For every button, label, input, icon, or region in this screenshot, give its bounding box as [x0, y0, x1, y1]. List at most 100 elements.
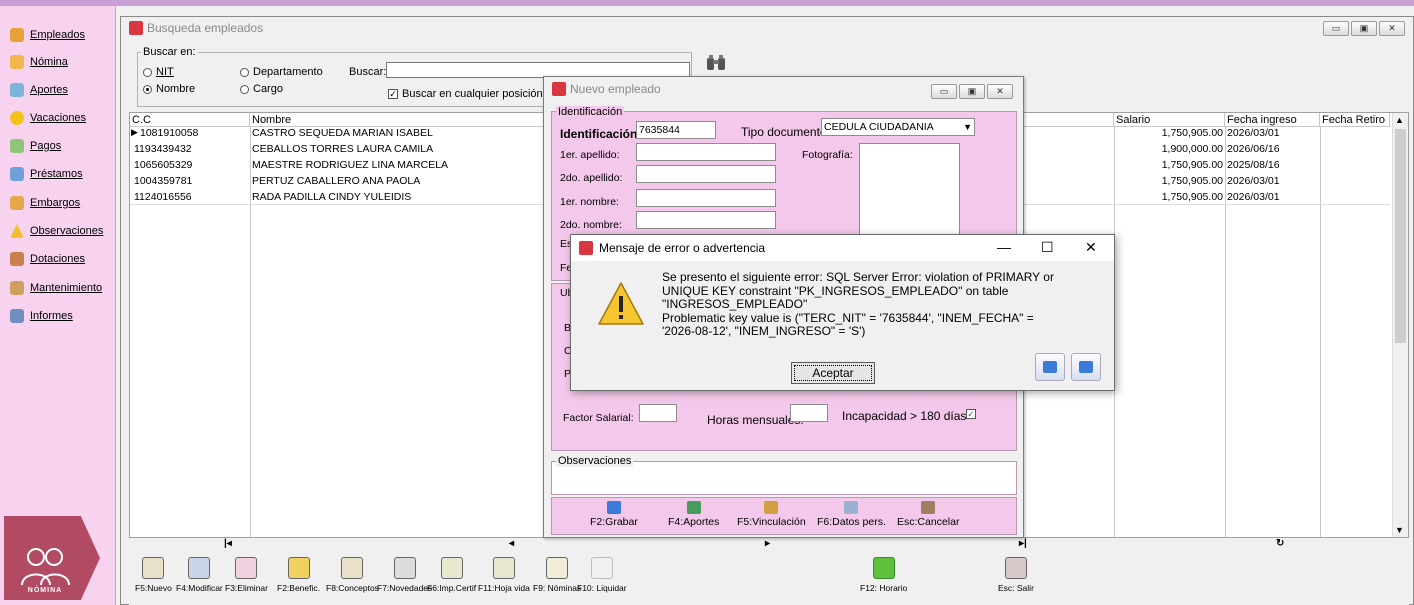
liquidar-button[interactable]: F10: Liquidar [577, 557, 627, 593]
grabar-button[interactable]: F2:Grabar [590, 501, 638, 528]
close-button[interactable]: ✕ [1379, 21, 1405, 36]
scroll-thumb[interactable] [1395, 129, 1406, 343]
modificar-button[interactable]: F4:Modificar [176, 557, 223, 593]
horario-button[interactable]: F12: Horario [860, 557, 907, 593]
grid-scrollbar[interactable]: ▲ ▼ [1392, 113, 1408, 537]
nuevo-close-button[interactable]: ✕ [987, 84, 1013, 99]
observaciones-legend: Observaciones [556, 455, 634, 467]
error-title: Mensaje de error o advertencia [599, 241, 766, 255]
scroll-up-icon[interactable]: ▲ [1395, 115, 1404, 125]
maximize-button[interactable]: ▣ [1351, 21, 1377, 36]
cell-nombre: CASTRO SEQUEDA MARIAN ISABEL [252, 127, 433, 139]
identificacion-input[interactable]: 7635844 [636, 121, 716, 139]
error-minimize-button[interactable]: — [997, 239, 1011, 255]
beneficiarios-button[interactable]: F2:Benefic. [277, 557, 320, 593]
cell-salario: 1,900,000.00 [1161, 143, 1223, 155]
cell-cc: 1124016556 [134, 191, 192, 203]
sidebar-item-mantenimiento[interactable]: Mantenimiento [10, 279, 102, 297]
nav-prev-button[interactable]: ◂ [509, 538, 514, 549]
sidebar-item-dotaciones[interactable]: Dotaciones [10, 250, 85, 268]
cell-cc: 1193439432 [134, 143, 192, 155]
sidebar-item-vacaciones[interactable]: Vacaciones [10, 109, 86, 127]
nominas-button[interactable]: F9: Nóminas [533, 557, 581, 593]
dotaciones-icon [10, 252, 24, 266]
column-header-fecha-ingreso[interactable]: Fecha ingreso [1225, 113, 1320, 127]
record-navigator: |◂ ◂ ▸ ▸| ↻ [129, 538, 1409, 552]
conceptos-button[interactable]: F8:Conceptos [326, 557, 379, 593]
hoja-vida-button[interactable]: F11:Hoja vida [478, 557, 530, 593]
binoculars-search-icon[interactable] [706, 54, 726, 72]
novedades-button[interactable]: F7:Novedades [377, 557, 432, 593]
minimize-button[interactable]: ▭ [1323, 21, 1349, 36]
cell-salario: 1,750,905.00 [1161, 127, 1223, 139]
id-card-icon [844, 501, 859, 514]
horas-mensuales-input[interactable] [790, 404, 828, 422]
identificacion-legend: Identificación [556, 106, 625, 118]
exit-door-icon [921, 501, 936, 514]
aportes-button[interactable]: F4:Aportes [668, 501, 719, 528]
cancelar-button[interactable]: Esc:Cancelar [897, 501, 959, 528]
printer-icon [188, 557, 211, 579]
radio-departamento[interactable]: Departamento [240, 66, 323, 78]
chevron-down-icon: ▼ [963, 122, 972, 132]
payroll-icon [10, 55, 24, 69]
nuevo-button[interactable]: F5:Nuevo [135, 557, 172, 593]
sidebar-item-nomina[interactable]: Nómina [10, 53, 68, 71]
help-button[interactable] [1071, 353, 1101, 381]
sidebar-item-empleados[interactable]: Empleados [10, 26, 85, 44]
embargo-icon [10, 196, 24, 210]
sidebar-item-aportes[interactable]: Aportes [10, 81, 68, 99]
column-header-fecha-retiro[interactable]: Fecha Retiro [1320, 113, 1390, 127]
top-accent-bar [0, 0, 1414, 6]
imprimir-certificado-button[interactable]: F6:Imp.Certif [427, 557, 476, 593]
magic-wand-icon [590, 557, 613, 579]
copy-details-button[interactable] [1035, 353, 1065, 381]
main-titlebar: Busqueda empleados [121, 17, 1413, 39]
hierarchy-icon [686, 501, 701, 514]
apellido2-input[interactable] [636, 165, 776, 183]
sidebar-item-embargos[interactable]: Embargos [10, 194, 80, 212]
sidebar-item-informes[interactable]: Informes [10, 307, 73, 325]
anywhere-checkbox[interactable]: ✓ Buscar en cualquier posición [388, 88, 543, 100]
error-close-button[interactable]: ✕ [1085, 239, 1097, 256]
row-pointer-icon: ▶ [131, 127, 138, 137]
cell-cc: 1004359781 [134, 175, 193, 187]
error-maximize-button[interactable]: ☐ [1041, 239, 1054, 256]
scroll-down-icon[interactable]: ▼ [1395, 525, 1404, 535]
nav-refresh-button[interactable]: ↻ [1276, 538, 1284, 549]
incapacidad-checkbox[interactable]: ✓ [966, 409, 976, 419]
apellido1-input[interactable] [636, 143, 776, 161]
factor-salarial-input[interactable] [639, 404, 677, 422]
sidebar-item-prestamos[interactable]: Préstamos [10, 165, 83, 183]
people-logo-icon [21, 548, 70, 586]
column-header-nombre[interactable]: Nombre [250, 113, 544, 127]
eliminar-button[interactable]: F3:Eliminar [225, 557, 268, 593]
vinculacion-button[interactable]: F5:Vinculación [737, 501, 806, 528]
nuevo-maximize-button[interactable]: ▣ [959, 84, 985, 99]
apellido2-label: 2do. apellido: [560, 172, 623, 184]
nav-next-button[interactable]: ▸ [765, 538, 770, 549]
sidebar-item-observaciones[interactable]: Observaciones [10, 222, 103, 240]
column-header-cc[interactable]: C.C [130, 113, 250, 127]
tipo-documento-select[interactable]: CEDULA CIUDADANIA ▼ [821, 118, 975, 136]
apellido1-label: 1er. apellido: [560, 149, 620, 161]
nav-first-button[interactable]: |◂ [224, 538, 232, 549]
error-message: Se presento el siguiente error: SQL Serv… [662, 270, 1054, 338]
aceptar-button[interactable]: Aceptar [791, 362, 875, 384]
datos-personales-button[interactable]: F6:Datos pers. [817, 501, 886, 528]
nombre2-input[interactable] [636, 211, 776, 229]
radio-nombre[interactable]: Nombre [143, 83, 195, 95]
radio-nit[interactable]: NIT [143, 66, 174, 78]
salir-button[interactable]: Esc: Salir [998, 557, 1034, 593]
nuevo-minimize-button[interactable]: ▭ [931, 84, 957, 99]
radio-cargo[interactable]: Cargo [240, 83, 283, 95]
nombre1-input[interactable] [636, 189, 776, 207]
new-doc-icon [142, 557, 165, 579]
nav-last-button[interactable]: ▸| [1019, 538, 1027, 549]
warning-icon [10, 224, 24, 238]
column-header-salario[interactable]: Salario [1114, 113, 1225, 127]
sidebar-item-pagos[interactable]: Pagos [10, 137, 61, 155]
printer-icon [10, 309, 24, 323]
eraser-icon [235, 557, 258, 579]
observaciones-box[interactable]: Observaciones [551, 455, 1017, 495]
